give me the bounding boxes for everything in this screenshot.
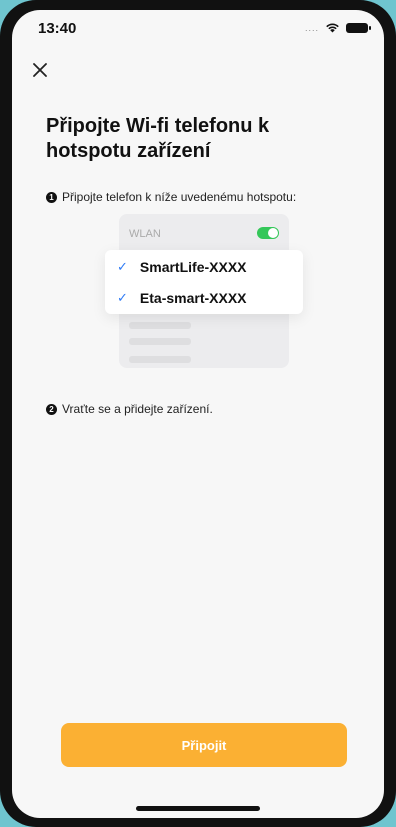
placeholder-network-line — [129, 338, 191, 345]
phone-frame: 13:40 .... Připojte Wi-fi telefonu k hot… — [0, 0, 396, 827]
app-screen: 13:40 .... Připojte Wi-fi telefonu k hot… — [12, 10, 384, 818]
network-list-popup: ✓ SmartLife-XXXX ✓ Eta-smart-XXXX — [105, 250, 303, 314]
network-item-smartlife: ✓ SmartLife-XXXX — [117, 259, 247, 275]
check-icon: ✓ — [117, 259, 128, 274]
step-2: 2 Vraťte se a přidejte zařízení. — [46, 402, 213, 416]
close-icon — [33, 63, 47, 77]
wifi-icon — [326, 23, 339, 33]
step-2-text: Vraťte se a přidejte zařízení. — [62, 402, 213, 416]
close-button[interactable] — [28, 58, 52, 82]
check-icon: ✓ — [117, 290, 128, 305]
placeholder-network-line — [129, 356, 191, 363]
status-time: 13:40 — [38, 20, 77, 37]
battery-icon — [346, 22, 371, 33]
network-item-eta-smart: ✓ Eta-smart-XXXX — [117, 290, 247, 306]
step-1-text: Připojte telefon k níže uvedenému hotspo… — [62, 190, 297, 204]
status-bar: 13:40 .... — [12, 10, 384, 44]
step-2-number: 2 — [46, 403, 57, 415]
wlan-toggle-icon — [257, 227, 279, 239]
placeholder-network-line — [129, 322, 191, 329]
wlan-label: WLAN — [129, 228, 161, 240]
step-1: 1 Připojte telefon k níže uvedenému hots… — [46, 190, 296, 204]
signal-icon: .... — [304, 22, 319, 33]
page-title: Připojte Wi-fi telefonu k hotspotu zaříz… — [46, 115, 270, 162]
connect-button[interactable]: Připojit — [61, 723, 347, 767]
status-icons: .... — [304, 22, 371, 33]
network-name: SmartLife-XXXX — [139, 259, 247, 275]
network-name: Eta-smart-XXXX — [139, 290, 247, 306]
home-indicator[interactable] — [136, 806, 260, 811]
step-1-number: 1 — [46, 191, 57, 203]
